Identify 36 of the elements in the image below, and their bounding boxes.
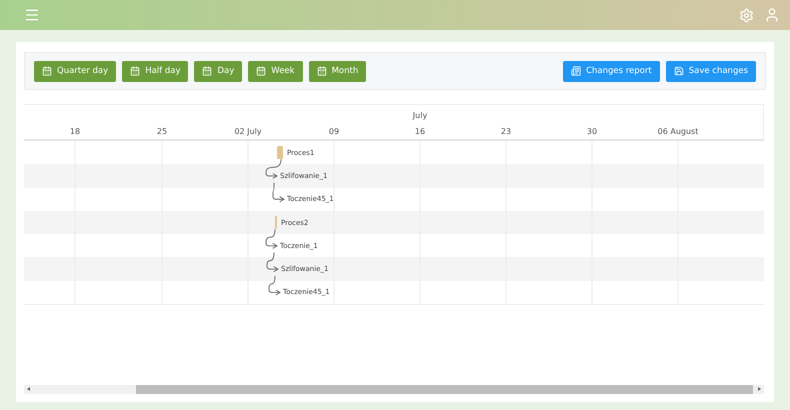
dependency-arrow: [268, 275, 280, 296]
month-label: July: [412, 111, 428, 120]
dependency-arrow: [272, 182, 284, 202]
calendar-icon: [316, 66, 327, 76]
date-tick: 02 July: [234, 127, 262, 136]
summary-bar[interactable]: [277, 146, 283, 159]
date-tick: 09: [328, 127, 340, 136]
menu-icon[interactable]: [24, 7, 40, 23]
scale-button[interactable]: Month: [308, 60, 366, 82]
user-icon[interactable]: [764, 7, 780, 23]
scale-button[interactable]: Quarter day: [34, 60, 116, 82]
calendar-icon: [130, 66, 140, 76]
calendar-icon: [202, 66, 212, 76]
dependency-arrow: [266, 228, 278, 249]
changes-report-button[interactable]: Changes report: [563, 60, 660, 82]
scale-button[interactable]: Week: [248, 60, 303, 82]
report-icon: [571, 66, 582, 76]
settings-icon[interactable]: [739, 8, 754, 22]
calendar-icon: [256, 66, 266, 76]
date-tick: 18: [70, 127, 80, 136]
save-changes-button[interactable]: Save changes: [666, 60, 756, 82]
scroll-right-icon[interactable]: [758, 387, 761, 392]
date-tick: 30: [586, 127, 598, 136]
dependency-arrow: [266, 158, 282, 180]
calendar-icon: [42, 66, 52, 76]
date-tick: 23: [500, 127, 512, 136]
dependency-arrow: [266, 252, 278, 272]
scroll-left-icon[interactable]: [27, 387, 30, 392]
date-tick: 25: [156, 127, 168, 136]
scale-button[interactable]: Half day: [122, 60, 188, 82]
scale-button[interactable]: Day: [194, 60, 242, 82]
horizontal-scrollbar[interactable]: [24, 385, 764, 394]
save-icon: [674, 66, 684, 76]
date-tick: 16: [414, 127, 426, 136]
scrollbar-thumb[interactable]: [136, 385, 753, 394]
date-tick: 06 August: [658, 127, 698, 136]
